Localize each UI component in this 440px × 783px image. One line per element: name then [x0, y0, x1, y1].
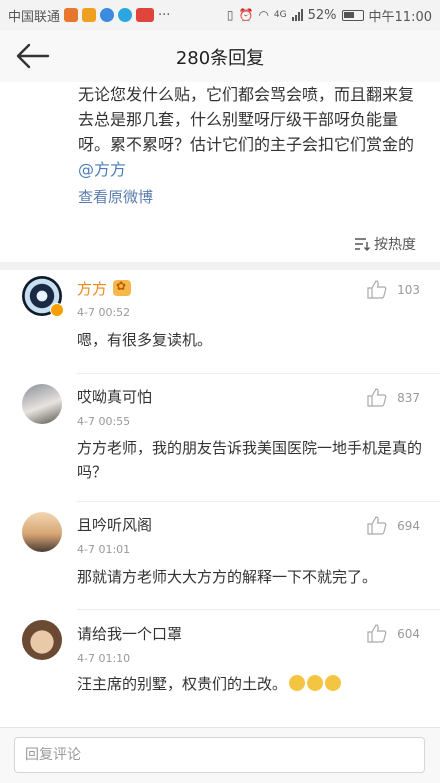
comment-item[interactable]: 方方 4-7 00:52 嗯，有很多复读机。 103 — [0, 270, 440, 374]
mention-link[interactable]: @方方 — [78, 160, 126, 179]
post-text: 无论您发什么贴，它们都会骂会喷，而且翻来复去总是那几套，什么别墅呀厅级干部呀负能… — [78, 82, 423, 182]
battery-percent: 52% — [307, 7, 337, 23]
reply-input[interactable] — [14, 737, 425, 773]
post-body: 无论您发什么贴，它们都会骂会喷，而且翻来复去总是那几套，什么别墅呀厅级干部呀负能… — [78, 85, 415, 154]
app-notification-icon — [82, 8, 97, 22]
wifi-icon: ◠ — [258, 8, 269, 22]
signal-icon — [291, 9, 303, 21]
comment-text: 嗯，有很多复读机。 — [77, 331, 213, 349]
nav-bar: 280条回复 — [0, 30, 440, 83]
battery-icon — [341, 9, 364, 21]
page-title: 280条回复 — [175, 48, 265, 69]
comment-author[interactable]: 哎呦真可怕 — [77, 386, 152, 407]
like-button[interactable]: 837 — [367, 388, 420, 407]
emoji-icon — [289, 675, 306, 691]
comment-time: 4-7 01:01 — [77, 543, 131, 556]
comment-text: 那就请方老师大大方方的解释一下不就完了。 — [77, 568, 378, 586]
clock: 中午11:00 — [368, 9, 432, 25]
more-notifications: ··· — [158, 7, 171, 23]
comment-time: 4-7 00:55 — [77, 415, 131, 428]
comment-text: 汪主席的别墅，权贵们的土改。 — [77, 672, 422, 696]
comment-author[interactable]: 请给我一个口罩 — [77, 623, 182, 644]
vip-crown-icon — [113, 279, 132, 296]
vibrate-icon: ▯ — [226, 8, 234, 22]
like-button[interactable]: 604 — [367, 624, 420, 643]
sort-icon — [355, 238, 370, 251]
comment-text: 方方老师，我的朋友告诉我美国医院一地手机是真的吗？ — [77, 439, 423, 481]
comment-time: 4-7 00:52 — [77, 306, 131, 319]
emoji-icon — [307, 675, 324, 691]
like-count: 604 — [397, 626, 420, 641]
sort-label: 按热度 — [374, 237, 416, 253]
view-original-link[interactable]: 查看原微博 — [78, 186, 153, 207]
verified-badge-icon — [50, 303, 64, 317]
comment-author[interactable]: 且吟听风阁 — [77, 514, 152, 535]
thumbs-up-icon — [367, 516, 387, 535]
comment-item[interactable]: 哎呦真可怕 4-7 00:55 方方老师，我的朋友告诉我美国医院一地手机是真的吗… — [0, 374, 440, 502]
app-notification-icon — [64, 8, 79, 22]
comment-body: 汪主席的别墅，权贵们的土改。 — [77, 675, 288, 693]
carrier-label: 中国联通 — [8, 9, 61, 25]
original-post: 无论您发什么贴，它们都会骂会喷，而且翻来复去总是那几套，什么别墅呀厅级干部呀负能… — [0, 82, 440, 262]
emoji-icon — [325, 675, 342, 691]
sort-button[interactable]: 按热度 — [354, 234, 416, 254]
app-notification-icon — [100, 8, 115, 22]
thumbs-up-icon — [367, 624, 387, 643]
avatar[interactable] — [22, 512, 62, 552]
like-count: 837 — [397, 390, 420, 405]
comment-author[interactable]: 方方 — [77, 278, 132, 299]
like-button[interactable]: 103 — [367, 280, 420, 299]
status-bar: 中国联通 ··· ▯ ⏰ ◠ 4G 52% 中午11:00 — [0, 0, 440, 30]
comment-time: 4-7 01:10 — [77, 652, 131, 665]
app-notification-icon — [136, 8, 155, 22]
like-button[interactable]: 694 — [367, 516, 420, 535]
comment-item[interactable]: 且吟听风阁 4-7 01:01 那就请方老师大大方方的解释一下不就完了。 694 — [0, 502, 440, 610]
reply-bar — [0, 727, 440, 783]
section-gap — [0, 262, 440, 270]
network-type: 4G — [273, 10, 287, 20]
comment-item[interactable]: 请给我一个口罩 4-7 01:10 汪主席的别墅，权贵们的土改。 604 — [0, 610, 440, 727]
like-count: 103 — [397, 282, 420, 297]
alarm-icon: ⏰ — [238, 8, 254, 22]
thumbs-up-icon — [367, 280, 387, 299]
avatar[interactable] — [22, 384, 62, 424]
app-notification-icon — [118, 8, 133, 22]
author-name: 方方 — [77, 280, 108, 298]
thumbs-up-icon — [367, 388, 387, 407]
like-count: 694 — [397, 518, 420, 533]
avatar[interactable] — [22, 620, 62, 660]
